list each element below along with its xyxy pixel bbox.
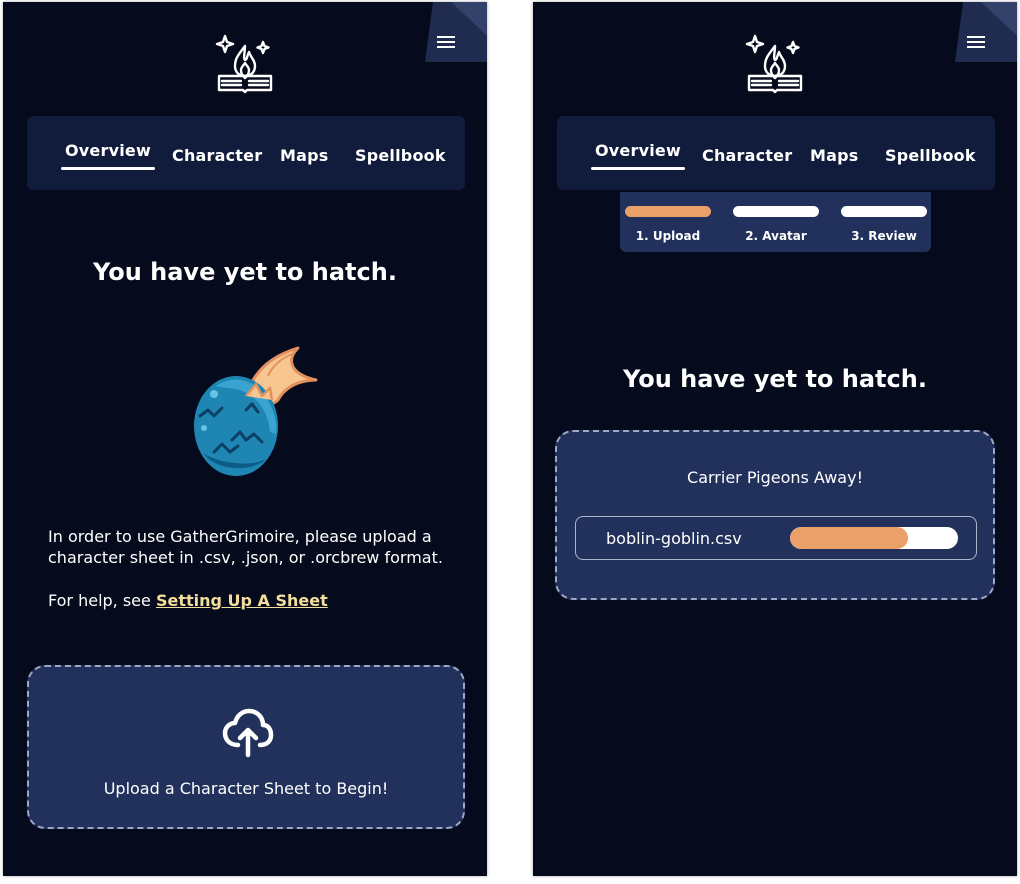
main-nav: Overview Character Maps Spellbook <box>27 116 465 190</box>
upload-progress-bar <box>790 527 958 549</box>
tab-overview[interactable]: Overview <box>591 141 685 170</box>
upload-dropzone[interactable]: Upload a Character Sheet to Begin! <box>27 665 465 829</box>
tab-maps[interactable]: Maps <box>810 146 859 165</box>
tab-maps[interactable]: Maps <box>280 146 329 165</box>
step-label-review: 3. Review <box>851 229 917 243</box>
main-nav: Overview Character Maps Spellbook <box>557 116 995 190</box>
tab-character[interactable]: Character <box>702 146 792 165</box>
upload-status-title: Carrier Pigeons Away! <box>687 468 863 487</box>
help-prefix: For help, see <box>48 591 156 610</box>
page-title: You have yet to hatch. <box>93 258 397 286</box>
upload-progress-fill <box>790 527 908 549</box>
overview-screen-uploading: Overview Character Maps Spellbook 1. Upl… <box>533 2 1017 876</box>
overview-screen-empty: Overview Character Maps Spellbook You ha… <box>3 2 487 876</box>
help-text: For help, see Setting Up A Sheet <box>48 590 328 611</box>
setting-up-sheet-link[interactable]: Setting Up A Sheet <box>156 591 328 610</box>
cloud-upload-icon <box>222 708 274 758</box>
uploading-file-row: boblin-goblin.csv <box>575 516 977 560</box>
tab-character[interactable]: Character <box>172 146 262 165</box>
hamburger-menu-icon[interactable] <box>437 36 455 50</box>
sparkle-flame-book-icon <box>745 34 803 94</box>
dragon-egg-illustration <box>194 346 318 476</box>
step-bar-upload <box>625 206 711 217</box>
uploading-file-name: boblin-goblin.csv <box>606 529 742 548</box>
upload-prompt: Upload a Character Sheet to Begin! <box>103 779 389 798</box>
step-label-upload: 1. Upload <box>635 229 701 243</box>
instructions-line-2: character sheet in .csv, .json, or .orcb… <box>48 548 443 567</box>
tab-overview[interactable]: Overview <box>61 141 155 170</box>
step-label-avatar: 2. Avatar <box>745 229 807 243</box>
step-bar-avatar <box>733 206 819 217</box>
instructions-line-1: In order to use GatherGrimoire, please u… <box>48 527 432 546</box>
tab-spellbook[interactable]: Spellbook <box>885 146 976 165</box>
upload-status-panel: Carrier Pigeons Away! boblin-goblin.csv <box>555 430 995 600</box>
hamburger-menu-icon[interactable] <box>967 36 985 50</box>
sparkle-flame-book-icon <box>215 34 273 94</box>
step-bar-review <box>841 206 927 217</box>
upload-stepper: 1. Upload 2. Avatar 3. Review <box>620 192 931 252</box>
page-title: You have yet to hatch. <box>623 365 927 393</box>
tab-spellbook[interactable]: Spellbook <box>355 146 446 165</box>
